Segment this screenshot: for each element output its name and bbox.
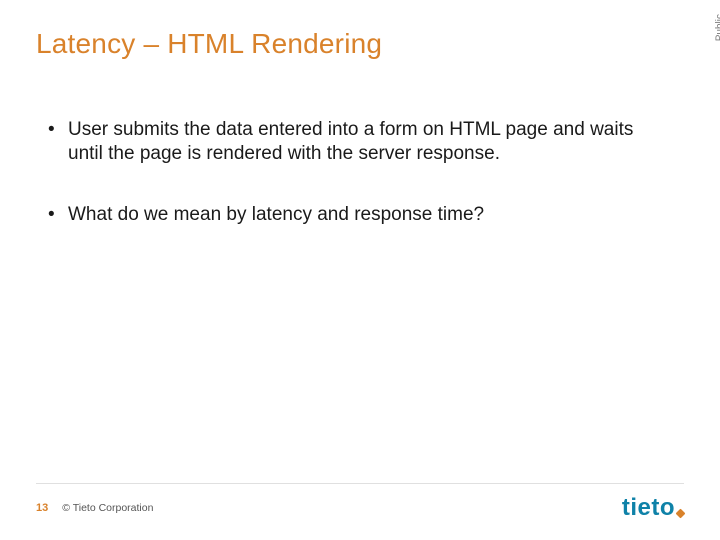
bullet-item: • User submits the data entered into a f… (48, 118, 684, 167)
footer-left: 13 © Tieto Corporation (36, 502, 153, 514)
bullet-marker: • (48, 203, 68, 227)
footer-row: 13 © Tieto Corporation tieto (36, 496, 684, 520)
company-logo: tieto (622, 496, 684, 520)
page-number: 13 (36, 502, 48, 514)
bullet-text: What do we mean by latency and response … (68, 203, 684, 227)
logo-text: tieto (622, 496, 675, 520)
slide-footer: 13 © Tieto Corporation tieto (36, 483, 684, 520)
footer-divider (36, 483, 684, 484)
bullet-text: User submits the data entered into a for… (68, 118, 684, 167)
classification-label: Public (714, 14, 720, 41)
copyright-text: © Tieto Corporation (62, 502, 153, 514)
slide: Public Latency – HTML Rendering • User s… (0, 0, 720, 540)
bullet-marker: • (48, 118, 68, 142)
slide-title: Latency – HTML Rendering (36, 28, 684, 60)
slide-content: • User submits the data entered into a f… (36, 118, 684, 227)
bullet-item: • What do we mean by latency and respons… (48, 203, 684, 227)
logo-dot-icon (676, 509, 686, 519)
